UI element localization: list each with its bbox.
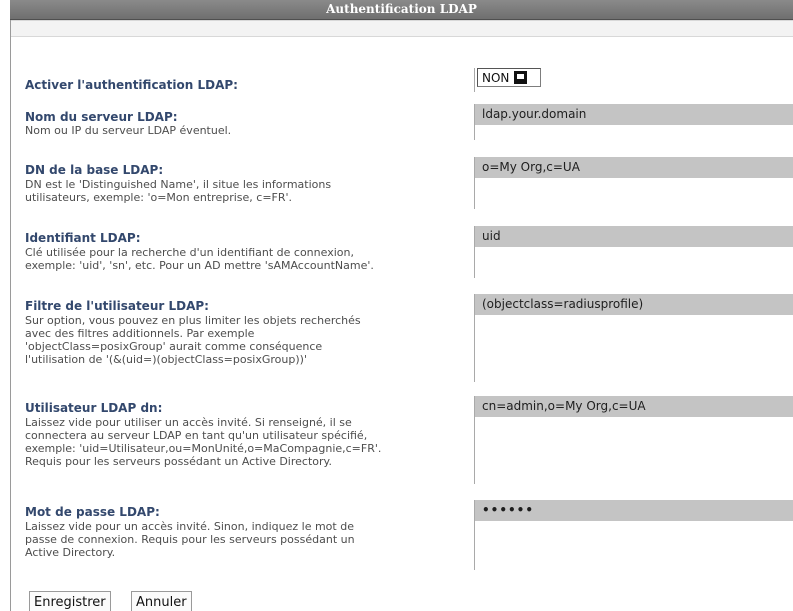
ldap-binddn-help-3: Requis pour les serveurs possédant un Ac… (25, 455, 332, 468)
save-button[interactable]: Enregistrer (29, 591, 111, 611)
ldap-password-help-1: passe de connexion. Requis pour les serv… (25, 533, 355, 546)
ldap-binddn-label: Utilisateur LDAP dn: (25, 401, 163, 415)
ldap-binddn-help-1: connectera au serveur LDAP en tant qu'un… (25, 429, 368, 442)
ldap-filter-label: Filtre de l'utilisateur LDAP: (25, 299, 209, 313)
column-separator (474, 68, 475, 92)
ldap-filter-help-1: avec des filtres additionnels. Par exemp… (25, 327, 255, 340)
ldap-identifier-help-1: exemple: 'uid', 'sn', etc. Pour un AD me… (25, 259, 374, 272)
ldap-basedn-help-0: DN est le 'Distinguished Name', il situe… (25, 178, 332, 191)
ldap-server-label: Nom du serveur LDAP: (25, 110, 178, 124)
enable-ldap-label: Activer l'authentification LDAP: (25, 78, 238, 92)
ldap-binddn-input[interactable]: cn=admin,o=My Org,c=UA (475, 396, 793, 417)
ldap-filter-help-0: Sur option, vous pouvez en plus limiter … (25, 314, 361, 327)
panel-header-strip (11, 20, 793, 37)
ldap-binddn-help-2: exemple: 'uid=Utilisateur,ou=MonUnité,o=… (25, 442, 382, 455)
ldap-binddn-help-0: Laissez vide pour utiliser un accès invi… (25, 416, 352, 429)
ldap-filter-help-3: l'utilisation de '(&(uid=)(objectClass=p… (25, 353, 307, 366)
ldap-identifier-input[interactable]: uid (475, 226, 793, 247)
ldap-password-help-2: Active Directory. (25, 546, 116, 559)
ldap-identifier-help-0: Clé utilisée pour la recherche d'un iden… (25, 246, 354, 259)
ldap-basedn-label: DN de la base LDAP: (25, 163, 164, 177)
ldap-server-help-0: Nom ou IP du serveur LDAP éventuel. (25, 124, 232, 137)
toggle-switch-icon (514, 71, 528, 84)
panel-title-bar: Authentification LDAP (10, 0, 793, 20)
ldap-password-help-0: Laissez vide pour un accès invité. Sinon… (25, 520, 354, 533)
ldap-identifier-label: Identifiant LDAP: (25, 231, 141, 245)
ldap-filter-help-2: 'objectClass=posixGroup' aurait comme co… (25, 340, 323, 353)
ldap-filter-input[interactable]: (objectclass=radiusprofile) (475, 294, 793, 315)
ldap-basedn-help-1: utilisateurs, exemple: 'o=Mon entreprise… (25, 191, 293, 204)
ldap-password-input[interactable]: •••••• (475, 500, 793, 521)
panel-title: Authentification LDAP (326, 2, 477, 16)
ldap-server-input[interactable]: ldap.your.domain (475, 104, 793, 125)
cancel-button[interactable]: Annuler (131, 591, 192, 611)
ldap-password-label: Mot de passe LDAP: (25, 505, 160, 519)
enable-ldap-toggle[interactable]: NON (477, 68, 541, 87)
enable-ldap-value: NON (482, 70, 510, 85)
ldap-basedn-input[interactable]: o=My Org,c=UA (475, 157, 793, 178)
